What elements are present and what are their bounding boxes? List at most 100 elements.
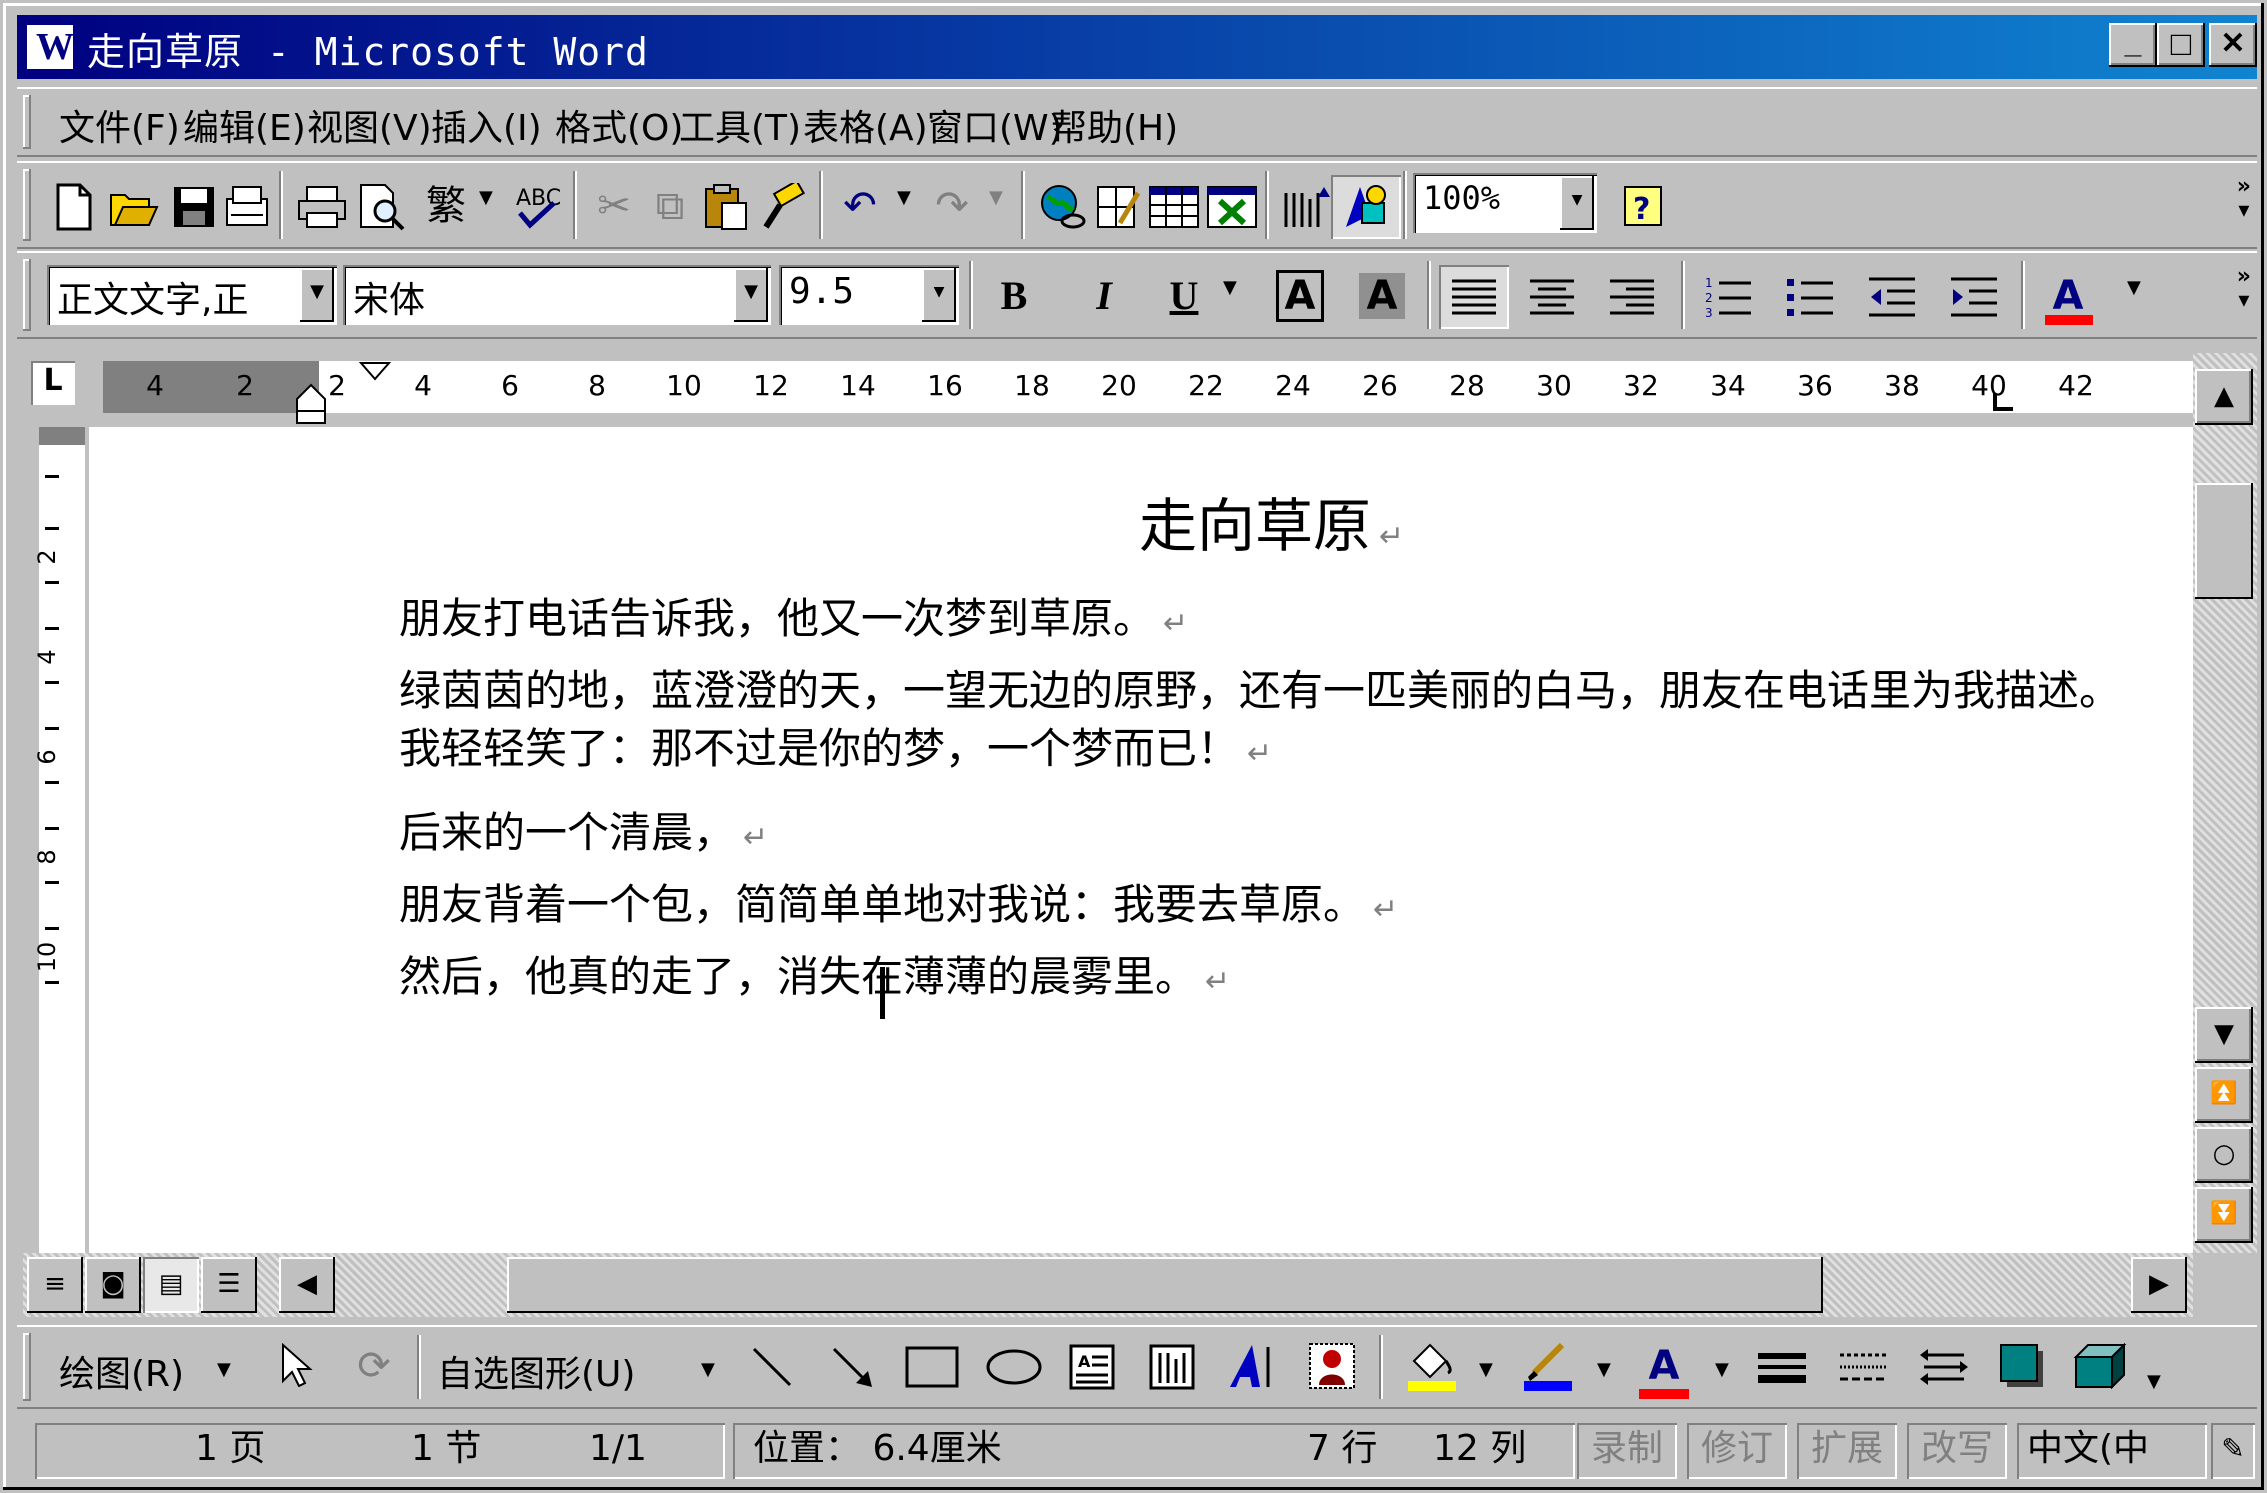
paragraph[interactable]: 朋友打电话告诉我，他又一次梦到草原。 ↵ [399,585,1188,646]
align-justify-icon[interactable] [1439,265,1509,329]
font-color-dropdown-arrow[interactable]: ▼ [2127,277,2141,298]
redo-icon[interactable]: ↷ [917,175,987,239]
zoom-dropdown-arrow[interactable]: ▼ [1560,176,1594,230]
arrow-tool-icon[interactable] [817,1335,887,1399]
web-layout-view-icon[interactable]: ◙ [85,1257,141,1313]
status-trk[interactable]: 修订 [1687,1423,1787,1479]
text-box-icon[interactable]: A [1057,1335,1127,1399]
standard-toolbar-grip[interactable] [23,169,31,241]
menu-window[interactable]: 窗口(W) [927,99,1063,151]
scroll-right-button[interactable]: ▶ [2131,1257,2187,1313]
toolbar-options-arrow[interactable]: ▼ [2147,1371,2161,1392]
underline-dropdown-arrow[interactable]: ▼ [1223,277,1237,298]
paragraph[interactable]: 我轻轻笑了：那不过是你的梦，一个梦而已！ ↵ [399,715,1272,776]
wordart-icon[interactable] [1217,1335,1287,1399]
vertical-text-box-icon[interactable] [1137,1335,1207,1399]
font-color-button[interactable]: A [2033,265,2103,329]
style-combo[interactable]: 正文文字,正 ▼ [47,265,337,325]
traditional-chinese-button[interactable]: 繁 [411,175,481,239]
right-indent-marker[interactable] [1991,391,2015,413]
insert-excel-icon[interactable] [1197,175,1267,239]
menu-insert[interactable]: 插入(I) [431,99,542,151]
free-rotate-icon[interactable]: ⟳ [339,1335,409,1399]
bold-button[interactable]: B [979,265,1049,329]
clip-art-icon[interactable] [1297,1335,1367,1399]
tab-selector-button[interactable]: L [31,361,75,405]
minimize-button[interactable]: _ [2109,23,2157,67]
font-dropdown-arrow[interactable]: ▼ [734,268,768,322]
status-ovr[interactable]: 改写 [1907,1423,2007,1479]
paragraph[interactable]: 绿茵茵的地，蓝澄澄的天，一望无边的原野，还有一匹美丽的白马，朋友在电话里为我描述… [399,657,2121,718]
draw-menu-button[interactable]: 绘图(R) [59,1345,184,1397]
outline-view-icon[interactable]: ☰ [201,1257,257,1313]
align-right-icon[interactable] [1597,265,1667,329]
increase-indent-icon[interactable] [1939,265,2009,329]
oval-tool-icon[interactable] [979,1335,1049,1399]
toolbar-more-chevron[interactable]: » ▾ [2237,175,2251,223]
status-rec[interactable]: 录制 [1577,1423,1677,1479]
email-icon[interactable] [213,175,283,239]
toolbar-more-chevron[interactable]: » ▾ [2237,265,2251,313]
bulleted-list-icon[interactable] [1775,265,1845,329]
normal-view-icon[interactable]: ≡ [27,1257,83,1313]
menu-help[interactable]: 帮助(H) [1051,99,1178,151]
font-size-dropdown-arrow[interactable]: ▼ [922,268,956,322]
shadow-icon[interactable] [1987,1335,2057,1399]
3d-icon[interactable] [2065,1335,2135,1399]
menu-edit[interactable]: 编辑(E) [183,99,306,151]
line-color-dropdown-arrow[interactable]: ▼ [1597,1359,1611,1380]
vertical-scroll-thumb[interactable] [2195,483,2253,599]
undo-icon[interactable]: ↶ [825,175,895,239]
underline-button[interactable]: U [1149,265,1219,329]
fill-color-dropdown-arrow[interactable]: ▼ [1479,1359,1493,1380]
close-button[interactable]: ✕ [2209,23,2257,67]
fill-color-bucket-icon[interactable] [1397,1335,1467,1399]
font-size-combo[interactable]: 9.5 ▼ [779,265,959,325]
page-layout-view-icon[interactable]: ▤ [143,1257,199,1313]
horizontal-scroll-thumb[interactable] [507,1257,1823,1313]
drawing-toolbar-grip[interactable] [23,1333,31,1401]
document-title[interactable]: 走向草原 ↵ [1139,479,1404,563]
numbered-list-icon[interactable]: 123 [1693,265,1763,329]
menu-file[interactable]: 文件(F) [59,99,180,151]
scroll-down-button[interactable]: ▼ [2195,1007,2253,1063]
vertical-scrollbar[interactable]: ▲ ▼ ⏫ ○ ⏬ [2193,353,2257,1253]
dash-style-icon[interactable] [1829,1335,1899,1399]
maximize-button[interactable]: □ [2157,23,2205,67]
traditional-dropdown-arrow[interactable]: ▼ [479,187,493,208]
arrow-style-icon[interactable] [1909,1335,1979,1399]
menu-view[interactable]: 视图(V) [307,99,432,151]
align-center-icon[interactable] [1517,265,1587,329]
menu-bar-grip[interactable] [23,95,31,149]
autoshapes-dropdown-arrow[interactable]: ▼ [701,1359,715,1380]
vertical-ruler[interactable]: 2 4 6 8 10 [23,427,89,1253]
paragraph[interactable]: 后来的一个清晨， ↵ [399,799,768,860]
paragraph[interactable]: 然后，他真的走了，消失在薄薄的晨雾里。 ↵ [399,943,1230,1004]
spelling-status-book-icon[interactable]: ✎ [2211,1423,2255,1479]
character-border-button[interactable]: A [1265,265,1335,329]
print-preview-icon[interactable] [347,175,417,239]
italic-button[interactable]: I [1069,265,1139,329]
decrease-indent-icon[interactable] [1857,265,1927,329]
horizontal-scrollbar[interactable]: ≡ ◙ ▤ ☰ ◀ ▶ [23,1253,2193,1317]
drawing-font-color-dropdown-arrow[interactable]: ▼ [1715,1359,1729,1380]
document-page[interactable]: 走向草原 ↵ 朋友打电话告诉我，他又一次梦到草原。 ↵ 绿茵茵的地，蓝澄澄的天，一望… [89,427,2193,1253]
line-style-icon[interactable] [1747,1335,1817,1399]
line-color-brush-icon[interactable] [1513,1335,1583,1399]
menu-table[interactable]: 表格(A) [803,99,928,151]
menu-format[interactable]: 格式(O) [555,99,683,151]
paragraph[interactable]: 朋友背着一个包，简简单单地对我说：我要去草原。 ↵ [399,871,1398,932]
previous-page-button[interactable]: ⏫ [2195,1067,2253,1123]
draw-dropdown-arrow[interactable]: ▼ [217,1359,231,1380]
help-icon[interactable]: ? [1609,175,1679,239]
status-language[interactable]: 中文(中 [2017,1423,2207,1479]
menu-tools[interactable]: 工具(T) [679,99,801,151]
select-objects-arrow-icon[interactable] [261,1335,331,1399]
zoom-combo[interactable]: 100% ▼ [1413,173,1597,233]
browse-object-button[interactable]: ○ [2195,1127,2253,1183]
title-bar[interactable]: 走向草原 - Microsoft Word _ □ ✕ [17,15,2257,79]
first-line-indent-marker[interactable] [357,361,393,383]
status-ext[interactable]: 扩展 [1797,1423,1897,1479]
drawing-font-color-icon[interactable]: A [1629,1335,1699,1399]
spelling-grammar-icon[interactable]: ABC [503,175,573,239]
